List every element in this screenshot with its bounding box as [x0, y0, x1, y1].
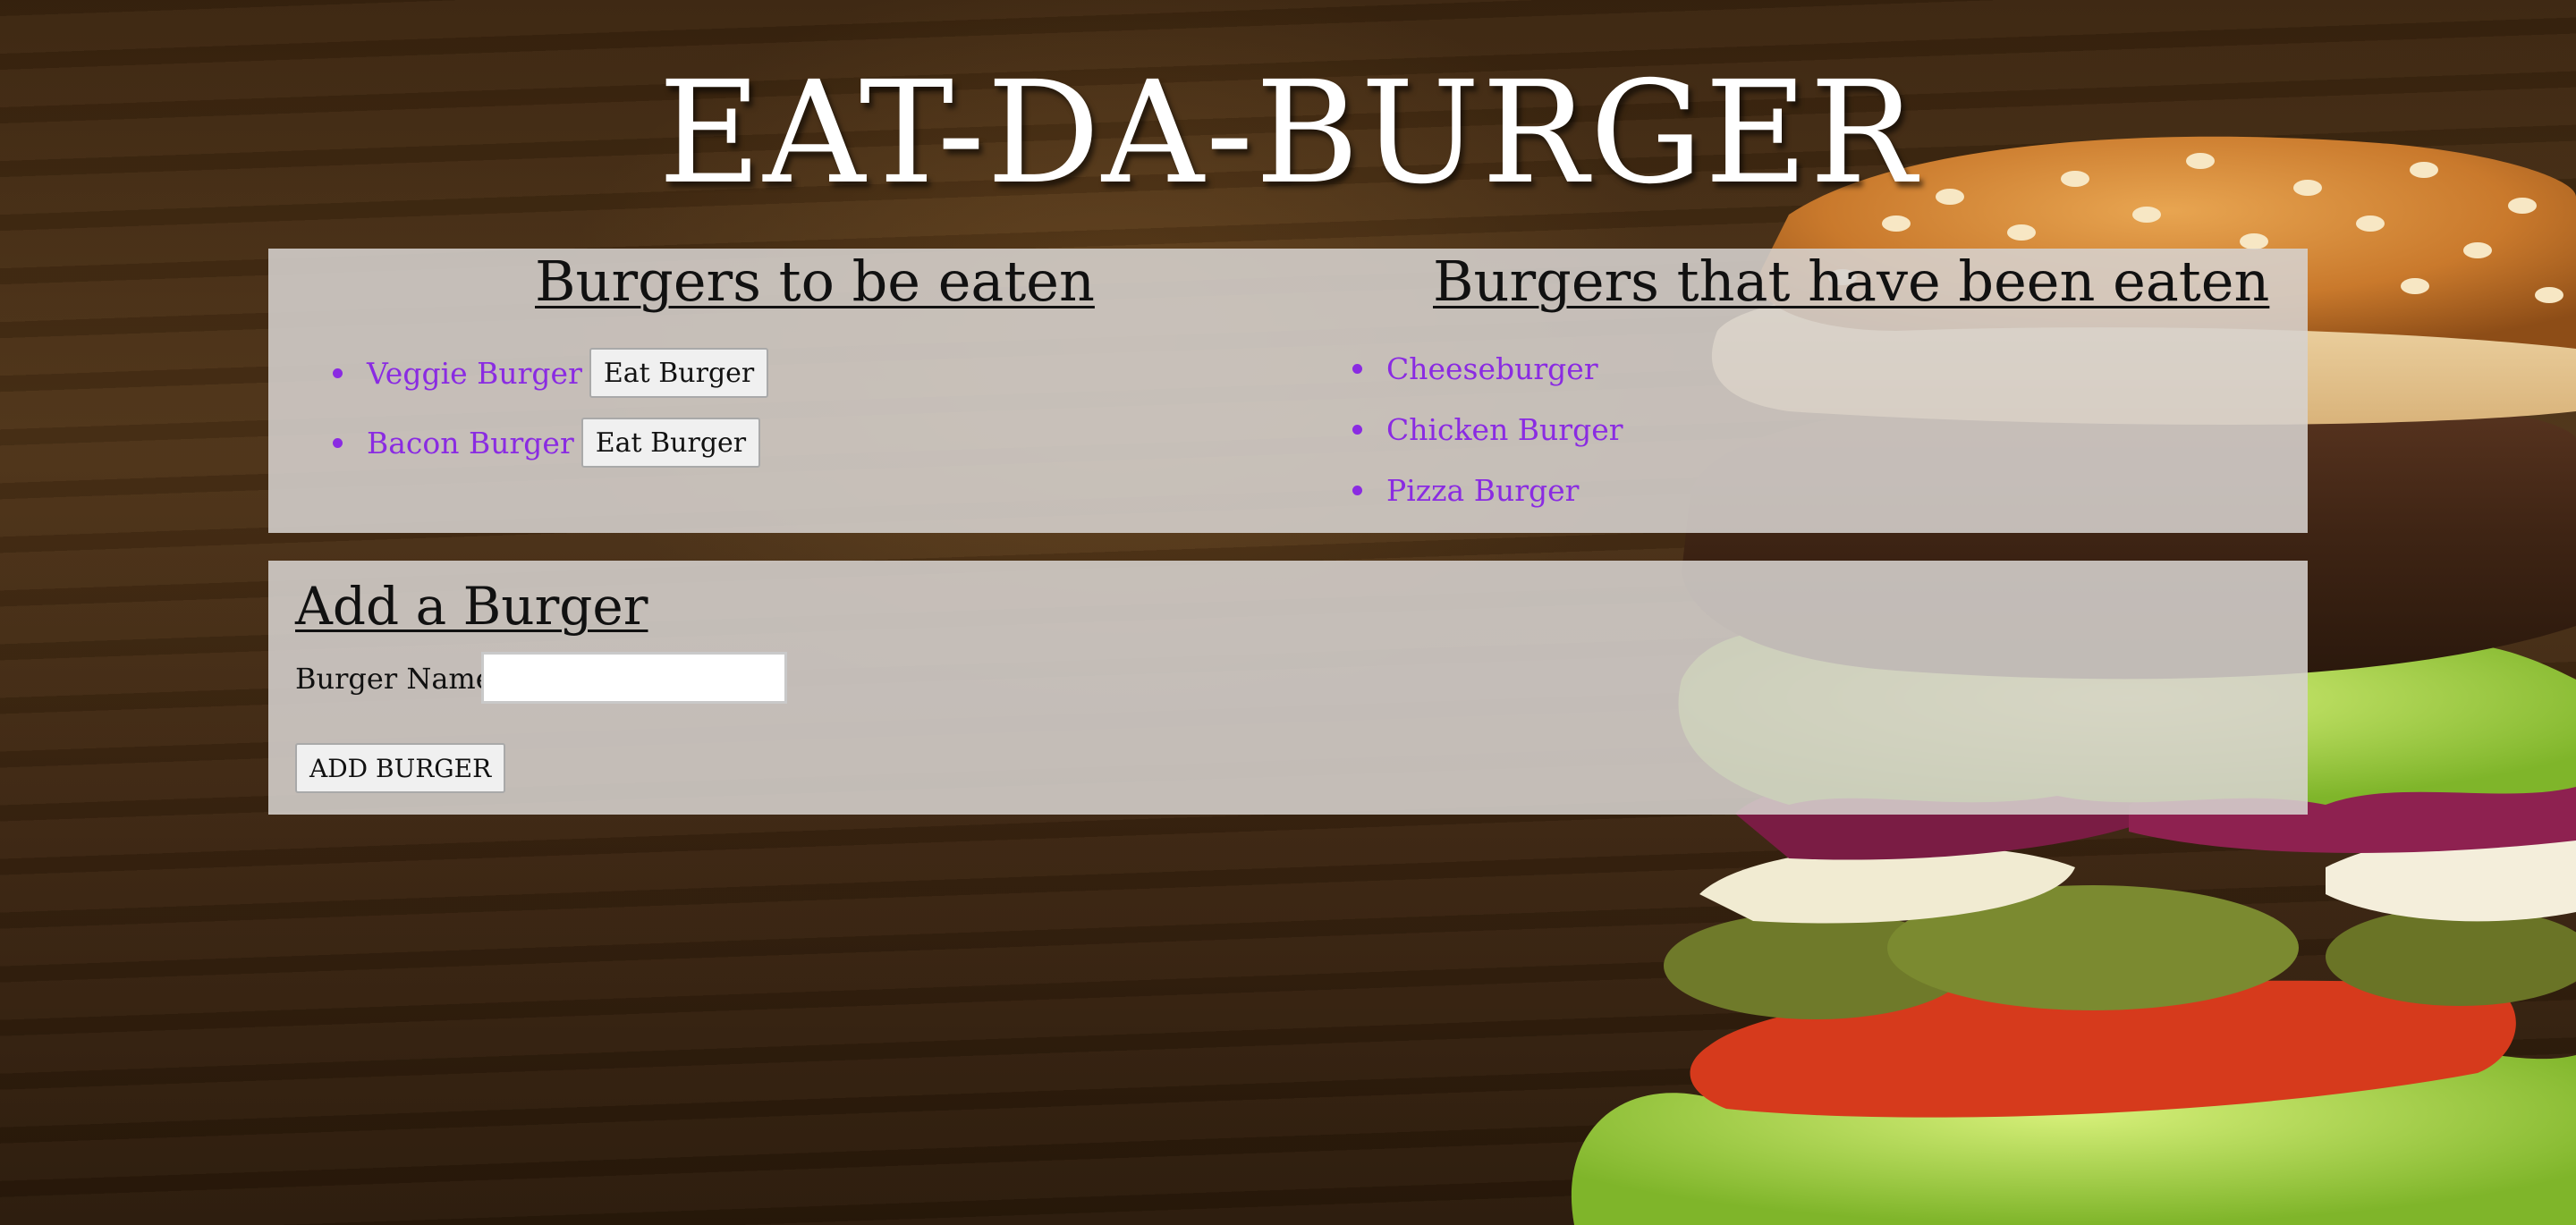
eaten-heading: Burgers that have been eaten: [1433, 249, 2270, 314]
list-item: Veggie Burger Eat Burger: [329, 338, 769, 408]
list-item: Bacon Burger Eat Burger: [329, 408, 768, 477]
burger-name[interactable]: Cheeseburger: [1386, 351, 1598, 386]
bullet-icon: [1352, 425, 1362, 435]
uneaten-heading: Burgers to be eaten: [535, 249, 1095, 314]
add-burger-button[interactable]: ADD BURGER: [295, 743, 506, 793]
burger-name[interactable]: Chicken Burger: [1386, 412, 1623, 447]
eat-burger-button[interactable]: Eat Burger: [580, 418, 761, 468]
bullet-icon: [333, 368, 343, 378]
bullet-icon: [1352, 364, 1362, 374]
eaten-burger-list: Cheeseburger Chicken Burger Pizza Burger: [1349, 338, 1623, 520]
list-item: Cheeseburger: [1349, 338, 1623, 399]
list-item: Pizza Burger: [1349, 460, 1623, 520]
burger-name[interactable]: Pizza Burger: [1386, 473, 1579, 508]
burger-name[interactable]: Veggie Burger: [367, 356, 582, 391]
page-title: EAT-DA-BURGER: [657, 51, 1919, 215]
burger-name-input[interactable]: [481, 652, 787, 704]
add-burger-heading: Add a Burger: [295, 576, 648, 637]
burger-lists-panel: Burgers to be eaten Burgers that have be…: [268, 249, 2308, 533]
uneaten-burger-list: Veggie Burger Eat Burger Bacon Burger Ea…: [329, 338, 769, 477]
add-burger-panel: Add a Burger Burger Name: ADD BURGER: [268, 561, 2308, 815]
eat-burger-button[interactable]: Eat Burger: [589, 348, 769, 398]
list-item: Chicken Burger: [1349, 399, 1623, 460]
burger-name[interactable]: Bacon Burger: [367, 426, 574, 460]
burger-name-label: Burger Name:: [295, 662, 503, 696]
bullet-icon: [333, 438, 343, 448]
bullet-icon: [1352, 486, 1362, 495]
